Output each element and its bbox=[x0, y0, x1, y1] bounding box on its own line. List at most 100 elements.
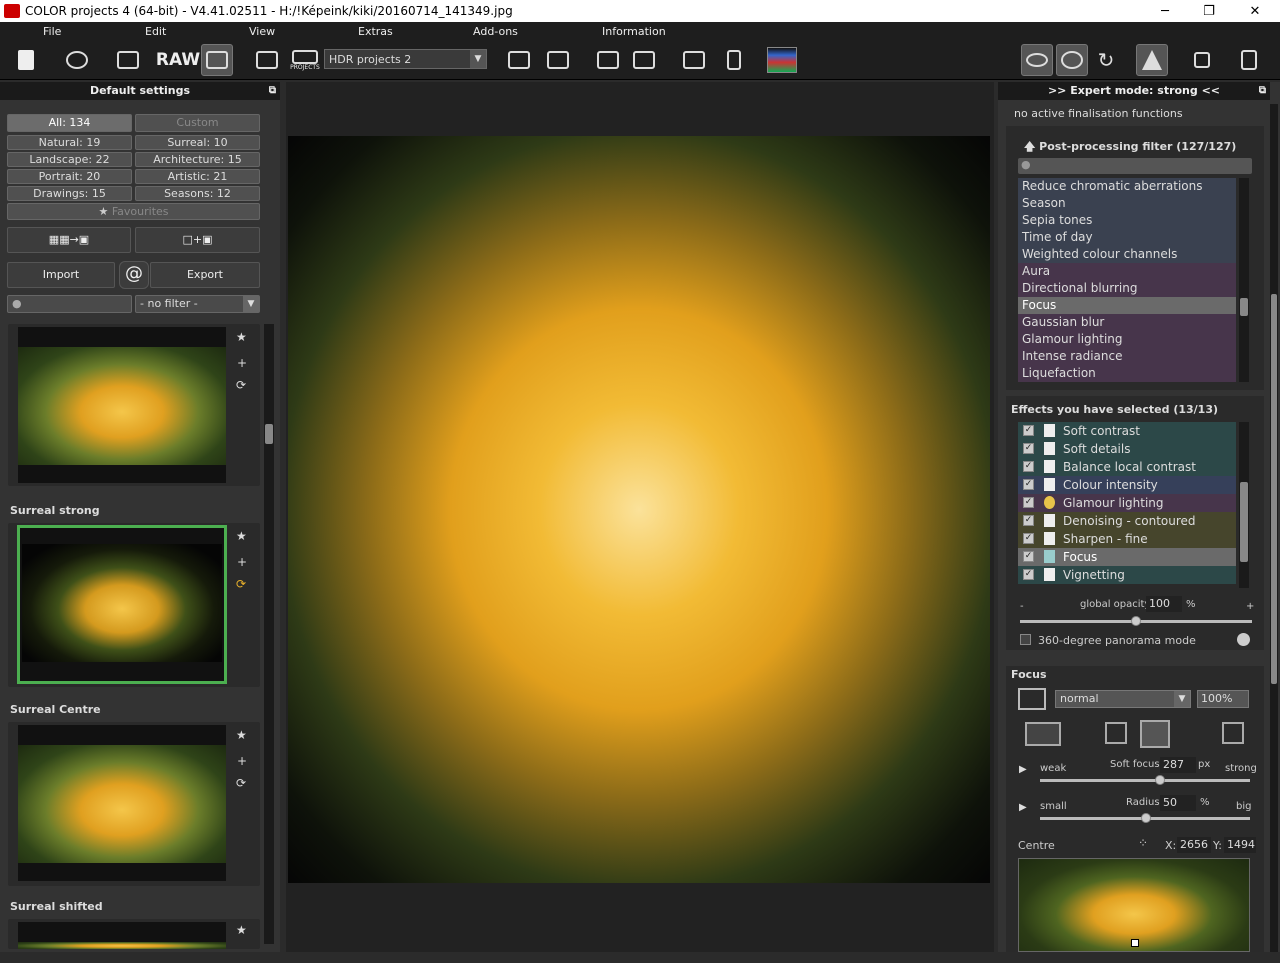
centre-handle[interactable] bbox=[1131, 939, 1139, 947]
right-panel-scrollbar[interactable] bbox=[1270, 104, 1278, 952]
radius-input[interactable]: 50 bbox=[1160, 795, 1196, 811]
preset-card[interactable]: ★ + ⟳ bbox=[8, 324, 260, 486]
filter-item[interactable]: Season bbox=[1018, 195, 1236, 212]
dial-icon[interactable] bbox=[1056, 44, 1088, 76]
grid-icon[interactable] bbox=[1018, 688, 1046, 710]
checkbox[interactable]: ✓ bbox=[1023, 551, 1034, 562]
effect-item-selected[interactable]: ✓ Focus bbox=[1018, 548, 1236, 566]
category-custom[interactable]: Custom bbox=[135, 114, 260, 132]
soft-focus-input[interactable]: 287 bbox=[1160, 757, 1196, 773]
undock-icon[interactable]: ⧉ bbox=[269, 82, 276, 100]
soft-focus-slider[interactable] bbox=[1040, 779, 1250, 782]
plus-icon[interactable]: + bbox=[237, 754, 247, 768]
filter-scrollbar[interactable] bbox=[1239, 178, 1249, 382]
panorama-checkbox[interactable] bbox=[1020, 634, 1031, 645]
effect-item[interactable]: ✓ Colour intensity bbox=[1018, 476, 1236, 494]
history-icon[interactable] bbox=[61, 44, 93, 76]
category-surreal[interactable]: Surreal: 10 bbox=[135, 135, 260, 150]
star-icon[interactable]: ★ bbox=[236, 923, 247, 937]
filter-item[interactable]: Glamour lighting bbox=[1018, 331, 1236, 348]
new-file-icon[interactable] bbox=[10, 44, 42, 76]
filter-search-input[interactable]: ● bbox=[1018, 158, 1252, 174]
checkbox[interactable]: ✓ bbox=[1023, 515, 1034, 526]
hdr-project-select[interactable]: HDR projects 2 ▼ bbox=[324, 49, 487, 69]
menu-information[interactable]: Information bbox=[602, 25, 666, 38]
effect-item[interactable]: ✓ Glamour lighting bbox=[1018, 494, 1236, 512]
filter-item[interactable]: Directional blurring bbox=[1018, 280, 1236, 297]
category-seasons[interactable]: Seasons: 12 bbox=[135, 186, 260, 201]
delete-mask-icon[interactable] bbox=[1222, 722, 1244, 744]
soft-focus-knob[interactable] bbox=[1155, 775, 1165, 785]
post-processing-header[interactable]: 🡅 Post-processing filter (127/127) bbox=[1024, 138, 1236, 157]
close-button[interactable]: ✕ bbox=[1232, 0, 1278, 22]
category-all[interactable]: All: 134 bbox=[7, 114, 132, 132]
redo-icon[interactable]: ↻ bbox=[1090, 44, 1122, 76]
category-artistic[interactable]: Artistic: 21 bbox=[135, 169, 260, 184]
eye-icon[interactable] bbox=[1021, 44, 1053, 76]
x-input[interactable]: 2656 bbox=[1177, 837, 1211, 853]
resize-icon[interactable] bbox=[678, 44, 710, 76]
effect-item[interactable]: ✓ Vignetting bbox=[1018, 566, 1236, 584]
histogram-icon[interactable] bbox=[766, 44, 798, 76]
category-architecture[interactable]: Architecture: 15 bbox=[135, 152, 260, 167]
filter-select[interactable]: - no filter - ▼ bbox=[135, 295, 260, 313]
filter-item[interactable]: Liquefaction bbox=[1018, 365, 1236, 382]
preset-card-surreal-centre[interactable]: Surreal Centre ★ + ⟳ bbox=[8, 703, 260, 886]
filter-item[interactable]: Intense radiance bbox=[1018, 348, 1236, 365]
preset-card-surreal-shifted[interactable]: Surreal shifted ★ bbox=[8, 900, 260, 949]
effect-item[interactable]: ✓ Soft contrast bbox=[1018, 422, 1236, 440]
mirror-icon[interactable] bbox=[1136, 44, 1168, 76]
plus-icon[interactable]: + bbox=[237, 356, 247, 370]
save-icon[interactable] bbox=[251, 44, 283, 76]
effect-item[interactable]: ✓ Soft details bbox=[1018, 440, 1236, 458]
preset-card-surreal-strong[interactable]: Surreal strong ★ + ⟳ bbox=[8, 504, 260, 687]
effects-scrollbar[interactable] bbox=[1239, 422, 1249, 588]
undock-icon[interactable]: ⧉ bbox=[1259, 82, 1266, 100]
category-landscape[interactable]: Landscape: 22 bbox=[7, 152, 132, 167]
add-mask-icon[interactable] bbox=[1140, 720, 1170, 748]
projects-icon[interactable]: PROJECTS bbox=[289, 44, 321, 76]
refresh-icon[interactable]: ⟳ bbox=[236, 378, 246, 392]
expand-icon[interactable]: ▶ bbox=[1019, 802, 1027, 813]
share-icon[interactable] bbox=[542, 44, 574, 76]
refresh-icon[interactable]: ⟳ bbox=[236, 577, 246, 591]
plus-icon[interactable]: + bbox=[237, 555, 247, 569]
grid-icon[interactable] bbox=[1186, 44, 1218, 76]
batch-icon[interactable] bbox=[201, 44, 233, 76]
centre-preview[interactable] bbox=[1018, 858, 1250, 952]
effect-item[interactable]: ✓ Denoising - contoured bbox=[1018, 512, 1236, 530]
open-file-icon[interactable] bbox=[112, 44, 144, 76]
add-preset-button[interactable]: □+▣ bbox=[135, 227, 260, 253]
minimize-button[interactable]: ─ bbox=[1142, 0, 1188, 22]
opacity-input[interactable]: 100 bbox=[1146, 596, 1182, 612]
image-view[interactable] bbox=[286, 82, 994, 952]
star-icon[interactable]: ★ bbox=[236, 529, 247, 543]
radius-knob[interactable] bbox=[1141, 813, 1151, 823]
category-portrait[interactable]: Portrait: 20 bbox=[7, 169, 132, 184]
panorama-options-icon[interactable] bbox=[1237, 633, 1250, 646]
checkbox[interactable]: ✓ bbox=[1023, 533, 1034, 544]
effect-item[interactable]: ✓ Balance local contrast bbox=[1018, 458, 1236, 476]
menu-file[interactable]: File bbox=[43, 25, 61, 38]
preset-scrollbar[interactable] bbox=[264, 324, 274, 944]
filter-item[interactable]: Sepia tones bbox=[1018, 212, 1236, 229]
y-input[interactable]: 1494 bbox=[1224, 837, 1256, 853]
filter-item[interactable]: Gaussian blur bbox=[1018, 314, 1236, 331]
checkbox[interactable]: ✓ bbox=[1023, 497, 1034, 508]
copy-mask-icon[interactable] bbox=[1105, 722, 1127, 744]
favourites-button[interactable]: ★ Favourites bbox=[7, 203, 260, 220]
save-grid-button[interactable]: ▦▦→▣ bbox=[7, 227, 131, 253]
export-button[interactable]: Export bbox=[150, 262, 260, 288]
print-icon[interactable] bbox=[592, 44, 624, 76]
checkbox[interactable]: ✓ bbox=[1023, 461, 1034, 472]
category-natural[interactable]: Natural: 19 bbox=[7, 135, 132, 150]
import-button[interactable]: Import bbox=[7, 262, 115, 288]
blend-mode-select[interactable]: normal ▼ bbox=[1055, 690, 1191, 708]
fullscreen-icon[interactable] bbox=[1233, 44, 1265, 76]
menu-addons[interactable]: Add-ons bbox=[473, 25, 518, 38]
raw-button[interactable]: RAW bbox=[156, 44, 200, 76]
refresh-icon[interactable]: ⟳ bbox=[236, 776, 246, 790]
category-drawings[interactable]: Drawings: 15 bbox=[7, 186, 132, 201]
effect-item[interactable]: ✓ Sharpen - fine bbox=[1018, 530, 1236, 548]
export-menu-icon[interactable] bbox=[503, 44, 535, 76]
